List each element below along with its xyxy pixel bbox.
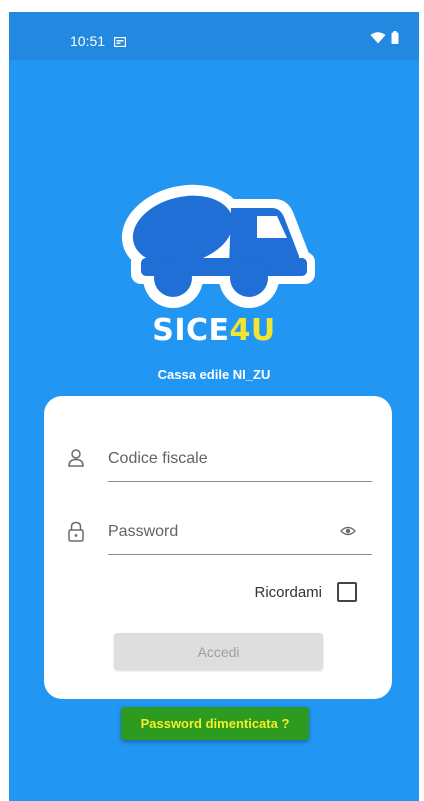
status-bar: 10:51 [9,12,419,60]
battery-icon [391,31,399,49]
fiscal-code-field [68,441,372,482]
status-right-icons [370,31,399,49]
forgot-password-button[interactable]: Password dimenticata ? [121,707,309,740]
organization-subtitle: Cassa edile NI_ZU [157,367,271,382]
password-field [68,514,372,555]
notification-icon [113,34,127,52]
password-input[interactable] [108,514,328,550]
brand-wordmark: SICE4U [9,313,419,348]
login-card: Ricordami Accedi [44,396,392,699]
app-screen: 10:51 SICE4U Cassa edile NI_ZU Codice fi… [9,12,419,801]
lock-icon [66,521,86,548]
remember-me-label: Ricordami [254,583,322,601]
fiscal-code-input[interactable] [108,441,328,477]
brand-main-text: SICE [152,313,230,348]
cement-mixer-truck-icon [117,172,317,312]
status-time: 10:51 [70,33,106,49]
remember-me-row[interactable]: Ricordami [254,582,357,602]
wifi-icon [370,31,386,49]
brand-accent-text: 4U [229,313,276,348]
user-icon [66,448,86,473]
remember-me-checkbox[interactable] [337,582,357,602]
login-button[interactable]: Accedi [114,633,323,670]
show-password-eye-icon[interactable] [340,524,356,542]
